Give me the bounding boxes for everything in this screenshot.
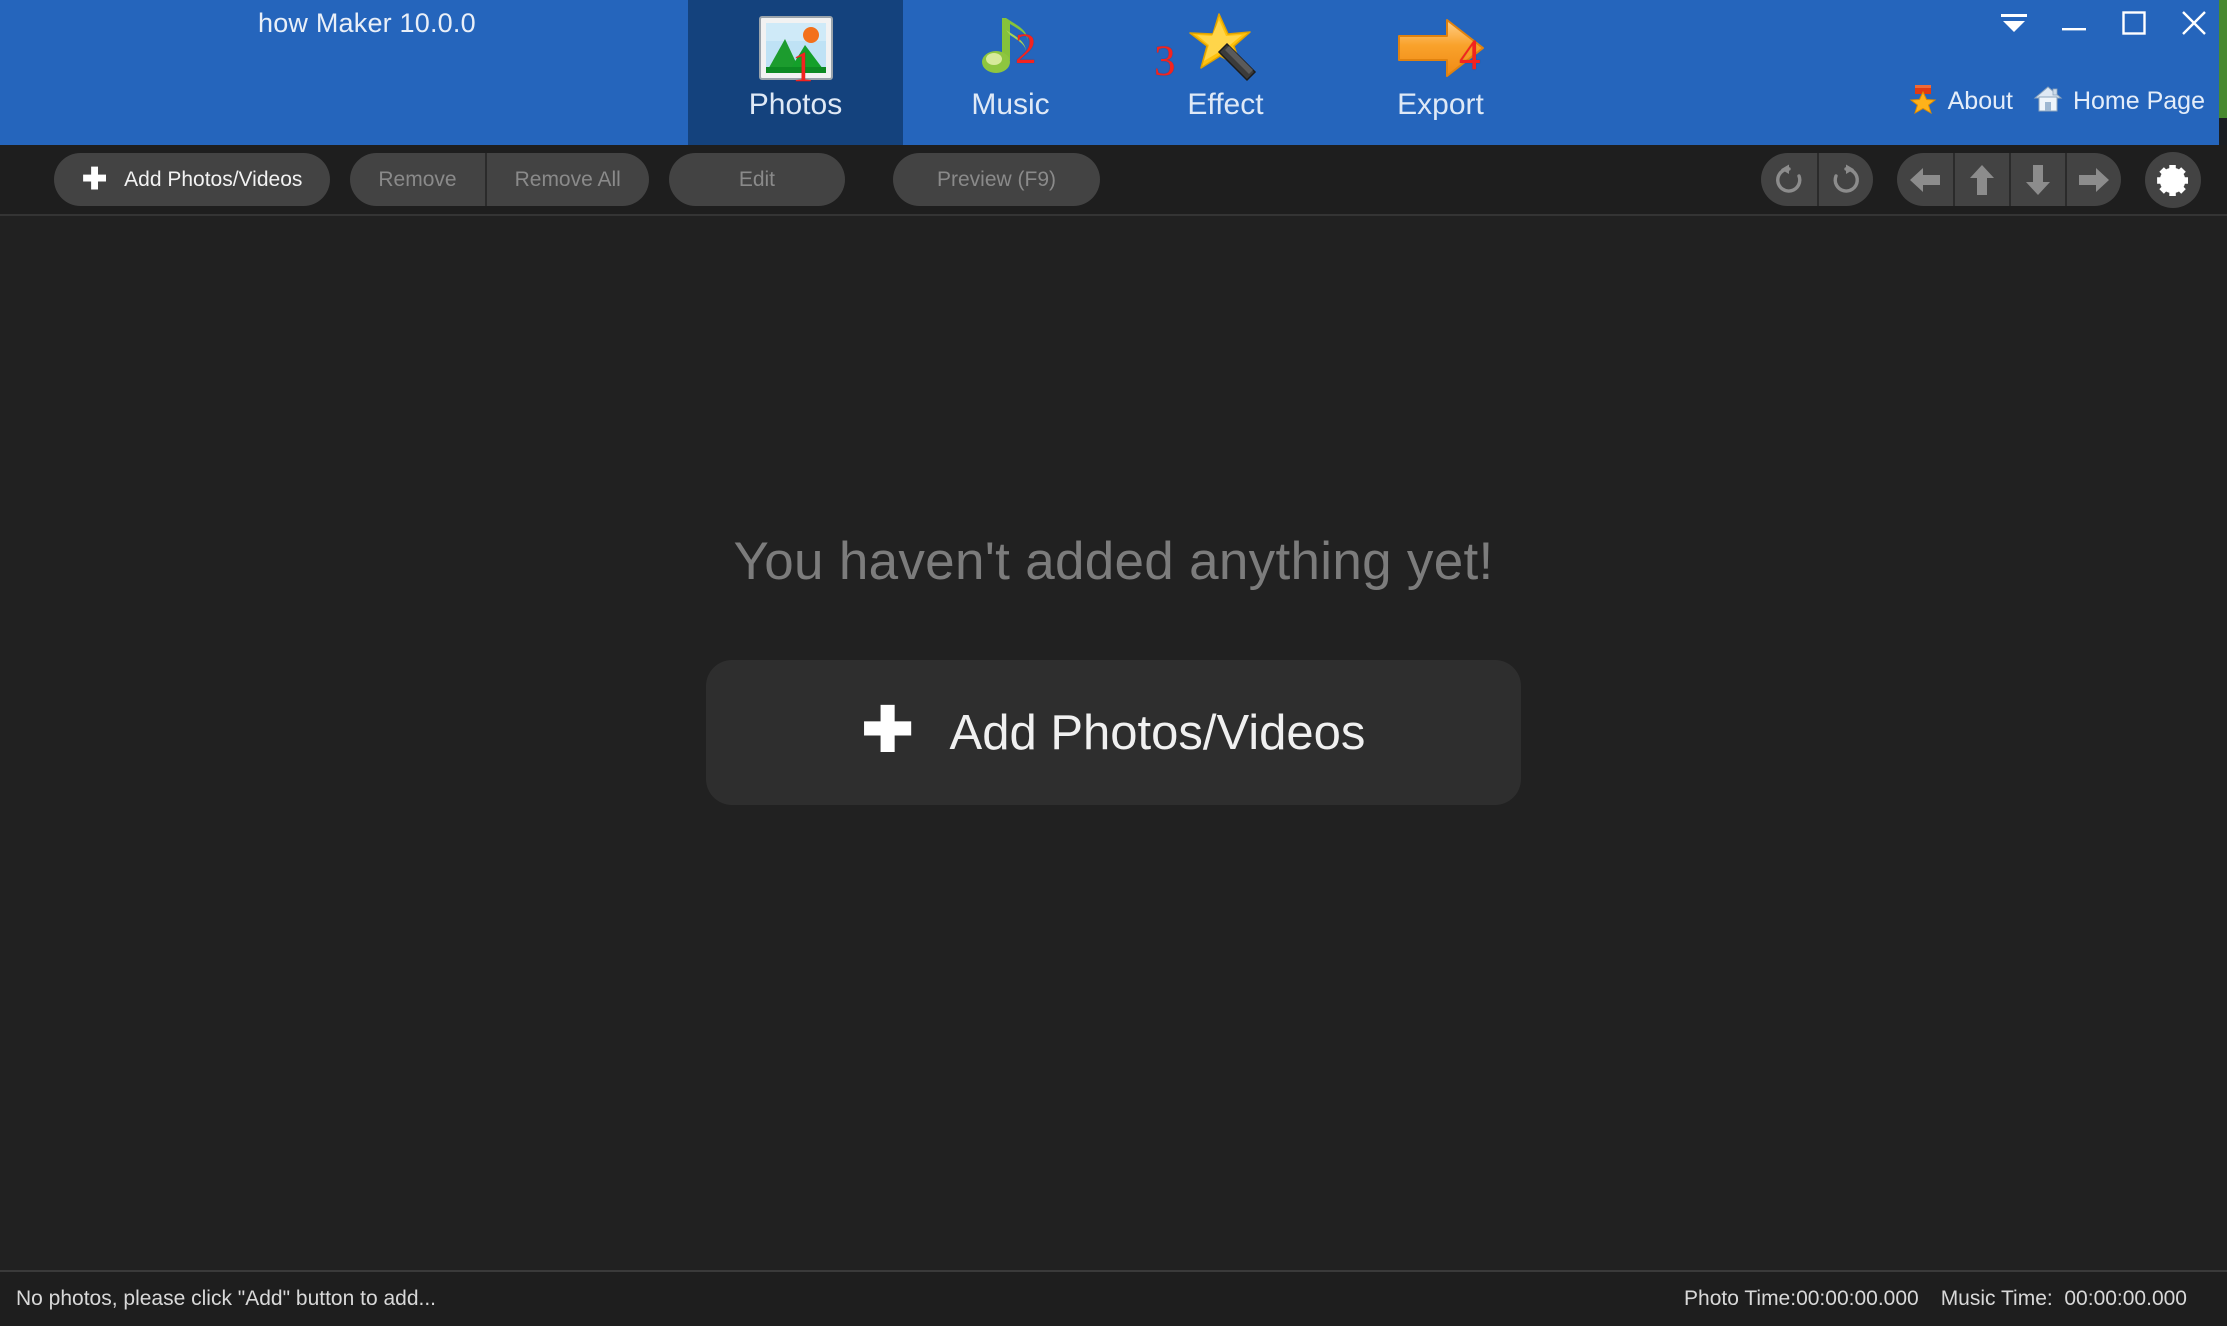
toolbar-left-group: ✚ Add Photos/Videos Remove Remove All Ed… [54,153,1101,206]
about-link[interactable]: About [1908,84,2013,119]
arrow-right-icon[interactable] [2065,153,2121,206]
tab-photos[interactable]: 1 Photos [688,0,903,145]
home-page-label: Home Page [2072,87,2205,115]
rotate-right-icon[interactable] [1817,153,1873,206]
arrow-left-icon[interactable] [1897,153,1953,206]
toolbar-right-group [1761,151,2201,208]
about-label: About [1947,87,2013,115]
app-title: how Maker 10.0.0 [258,8,476,38]
orange-arrow-icon [1395,10,1487,86]
edit-button[interactable]: Edit [668,153,845,206]
empty-state-message: You haven't added anything yet! [733,532,1494,591]
close-icon[interactable] [2177,6,2211,40]
gear-icon [2157,164,2188,196]
app-window: how Maker 10.0.0 1 Photos 2 Music 3 Effe… [0,0,2227,1326]
add-photos-videos-button[interactable]: ✚ Add Photos/Videos [54,153,331,206]
tab-step-number: 3 [1154,38,1176,85]
tab-export[interactable]: 4 Export [1333,0,1548,145]
toolbar: ✚ Add Photos/Videos Remove Remove All Ed… [0,145,2227,216]
preview-label: Preview (F9) [937,167,1057,191]
remove-all-label: Remove All [514,167,621,191]
plus-icon: ✚ [82,162,108,196]
arrow-down-icon[interactable] [2009,153,2065,206]
tab-label-photos: Photos [748,88,843,121]
arrow-up-icon[interactable] [1953,153,2009,206]
main-add-photos-videos-label: Add Photos/Videos [949,705,1366,760]
home-page-link[interactable]: Home Page [2033,84,2205,119]
status-bar: No photos, please click "Add" button to … [0,1270,2227,1326]
rotate-button-group [1761,153,1873,206]
music-time-label: Music Time: 00:00:00.000 [1940,1287,2187,1310]
title-bar: how Maker 10.0.0 1 Photos 2 Music 3 Effe… [0,0,2227,180]
main-add-photos-videos-button[interactable]: ✚ Add Photos/Videos [706,660,1521,805]
tab-music[interactable]: 2 Music [903,0,1118,145]
maximize-icon[interactable] [2117,6,2151,40]
star-medal-icon [1908,84,1938,119]
status-times: Photo Time:00:00:00.000 Music Time: 00:0… [1684,1287,2187,1311]
tab-label-export: Export [1397,88,1484,121]
photo-frame-icon [758,10,834,86]
magic-wand-star-icon [1185,10,1267,86]
header-links: About Home Page [1908,84,2205,119]
home-icon [2033,84,2063,119]
window-controls [1997,6,2211,40]
tab-label-effect: Effect [1187,88,1264,121]
main-tabs: 1 Photos 2 Music 3 Effect 4 Export [688,0,1548,145]
status-message: No photos, please click "Add" button to … [16,1287,436,1310]
tab-effect[interactable]: 3 Effect [1118,0,1333,145]
settings-button[interactable] [2145,151,2201,208]
rotate-left-icon[interactable] [1761,153,1817,206]
remove-button-group: Remove Remove All [350,153,649,206]
remove-button[interactable]: Remove [350,153,484,206]
plus-icon: ✚ [861,695,914,765]
add-photos-videos-label: Add Photos/Videos [124,167,303,191]
photo-time-label: Photo Time:00:00:00.000 [1684,1287,1919,1310]
preview-button[interactable]: Preview (F9) [893,153,1101,206]
menu-dropdown-icon[interactable] [1997,6,2031,40]
edit-label: Edit [738,167,775,191]
main-content-area: You haven't added anything yet! ✚ Add Ph… [0,216,2227,1270]
remove-label: Remove [378,167,457,191]
music-note-icon [976,10,1046,86]
tab-label-music: Music [971,88,1050,121]
minimize-icon[interactable] [2057,6,2091,40]
remove-all-button[interactable]: Remove All [484,153,649,206]
move-button-group [1897,153,2121,206]
